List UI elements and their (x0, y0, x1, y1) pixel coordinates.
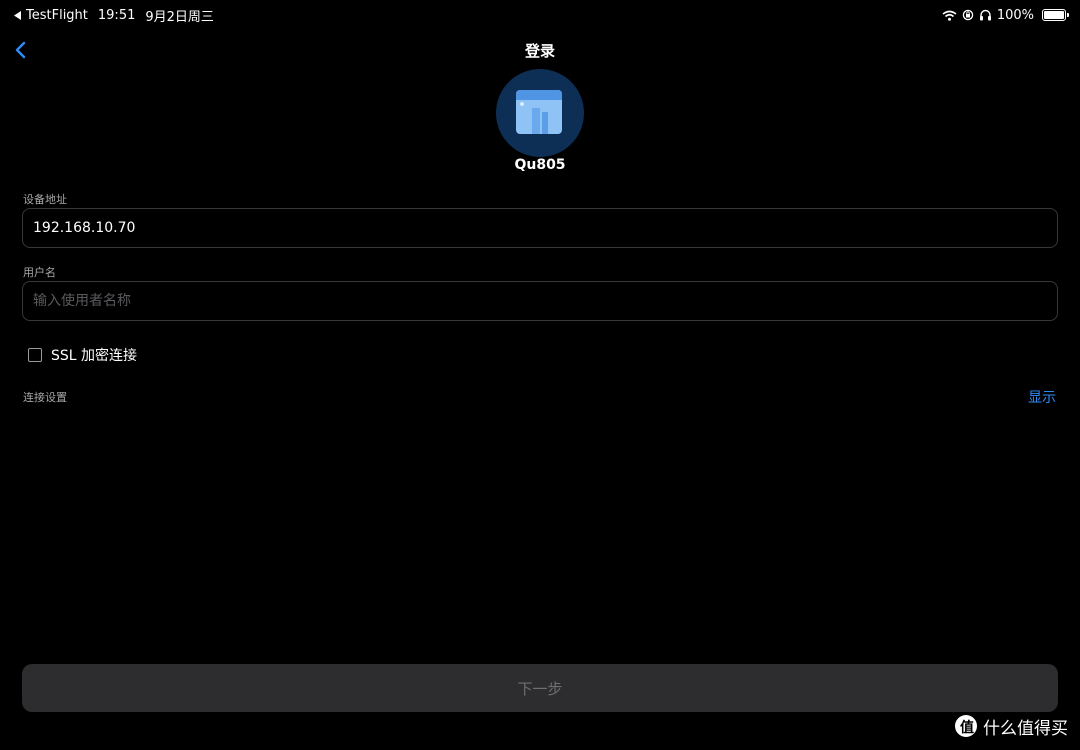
status-bar-left: TestFlight 19:51 9月2日周三 (14, 6, 214, 25)
address-field[interactable] (22, 208, 1058, 248)
show-connection-settings-button[interactable]: 显示 (1028, 387, 1056, 407)
watermark-logo-glyph: 值 (960, 720, 974, 736)
nas-device-icon (516, 90, 562, 134)
battery-level (1044, 11, 1064, 19)
ssl-checkbox[interactable] (28, 348, 42, 362)
page-title: 登录 (524, 42, 555, 60)
status-time: 19:51 (97, 7, 136, 23)
device-avatar (496, 69, 584, 157)
next-button[interactable]: 下一步 (22, 664, 1058, 712)
status-date: 9月2日周三 (145, 9, 214, 25)
username-field[interactable] (22, 281, 1058, 321)
headphones-icon (979, 9, 991, 21)
back-to-app-link[interactable]: TestFlight (14, 8, 88, 23)
ssl-label: SSL 加密连接 (51, 348, 138, 364)
orientation-lock-icon (962, 9, 974, 21)
next-button-label: 下一步 (517, 679, 563, 698)
connection-settings-label: 连接设置 (23, 391, 67, 404)
battery-percent: 100% (996, 7, 1034, 23)
watermark: 值 什么值得买 (955, 714, 1068, 739)
username-label: 用户名 (23, 266, 56, 279)
watermark-logo-icon: 值 (955, 715, 977, 737)
device-name: Qu805 (514, 157, 566, 173)
address-label: 设备地址 (23, 193, 67, 206)
wifi-icon (942, 10, 957, 21)
status-bar-right: 100% (942, 6, 1069, 24)
back-app-label: TestFlight (26, 7, 88, 23)
watermark-text: 什么值得买 (983, 718, 1068, 739)
back-triangle-icon (14, 10, 21, 20)
battery-icon (1042, 9, 1069, 21)
ssl-option[interactable]: SSL 加密连接 (28, 345, 137, 365)
